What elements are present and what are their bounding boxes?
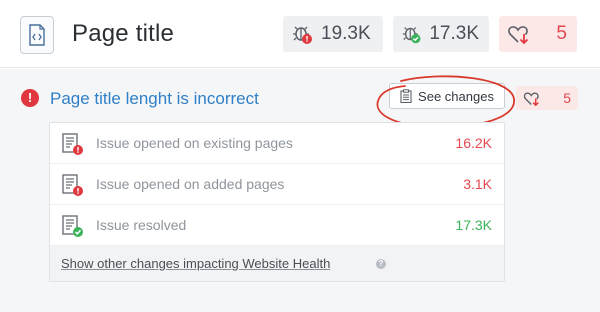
show-other-changes-link[interactable]: Show other changes impacting Website Hea… <box>61 256 330 271</box>
document-error-icon <box>62 133 83 155</box>
issue-row: ! Page title lenght is incorrect See cha… <box>0 69 600 129</box>
panel-footer: Show other changes impacting Website Hea… <box>50 246 504 281</box>
see-changes-button[interactable]: See changes <box>389 83 505 109</box>
row-label: Issue resolved <box>96 217 187 233</box>
row-value[interactable]: 16.2K <box>455 135 492 151</box>
row-label: Issue opened on existing pages <box>96 135 293 151</box>
alert-icon: ! <box>21 89 39 107</box>
page-title: Page title <box>72 20 175 47</box>
row-label: Issue opened on added pages <box>96 176 285 192</box>
document-check-icon <box>62 215 83 237</box>
bug-alert-icon <box>293 26 312 44</box>
help-icon[interactable]: ? <box>376 259 386 269</box>
issue-health-badge[interactable]: 5 <box>516 86 578 110</box>
see-changes-label: See changes <box>418 88 494 104</box>
resolved-count: 17.3K <box>429 23 479 44</box>
list-item: Issue resolved 17.3K <box>50 205 504 246</box>
health-impact-count: 5 <box>556 23 567 44</box>
issue-section: ! Page title lenght is incorrect See cha… <box>0 69 600 312</box>
heart-down-icon <box>523 92 539 106</box>
list-item: Issue opened on existing pages 16.2K <box>50 123 504 164</box>
issue-health-count: 5 <box>563 90 571 106</box>
bug-check-icon <box>402 27 421 44</box>
issues-count-badge[interactable]: 19.3K <box>283 16 383 52</box>
row-value[interactable]: 3.1K <box>463 176 492 192</box>
resolved-count-badge[interactable]: 17.3K <box>393 16 489 52</box>
row-value[interactable]: 17.3K <box>455 217 492 233</box>
clipboard-icon <box>400 89 412 103</box>
changes-panel: Issue opened on existing pages 16.2K Iss… <box>49 122 505 282</box>
document-error-icon <box>62 174 83 196</box>
issues-count: 19.3K <box>321 23 371 44</box>
heart-down-icon <box>508 26 529 45</box>
header: Page title 19.3K 17.3K 5 <box>0 0 600 68</box>
health-impact-badge[interactable]: 5 <box>499 16 577 52</box>
issue-title[interactable]: Page title lenght is incorrect <box>50 89 259 109</box>
list-item: Issue opened on added pages 3.1K <box>50 164 504 205</box>
code-file-icon <box>20 16 54 54</box>
